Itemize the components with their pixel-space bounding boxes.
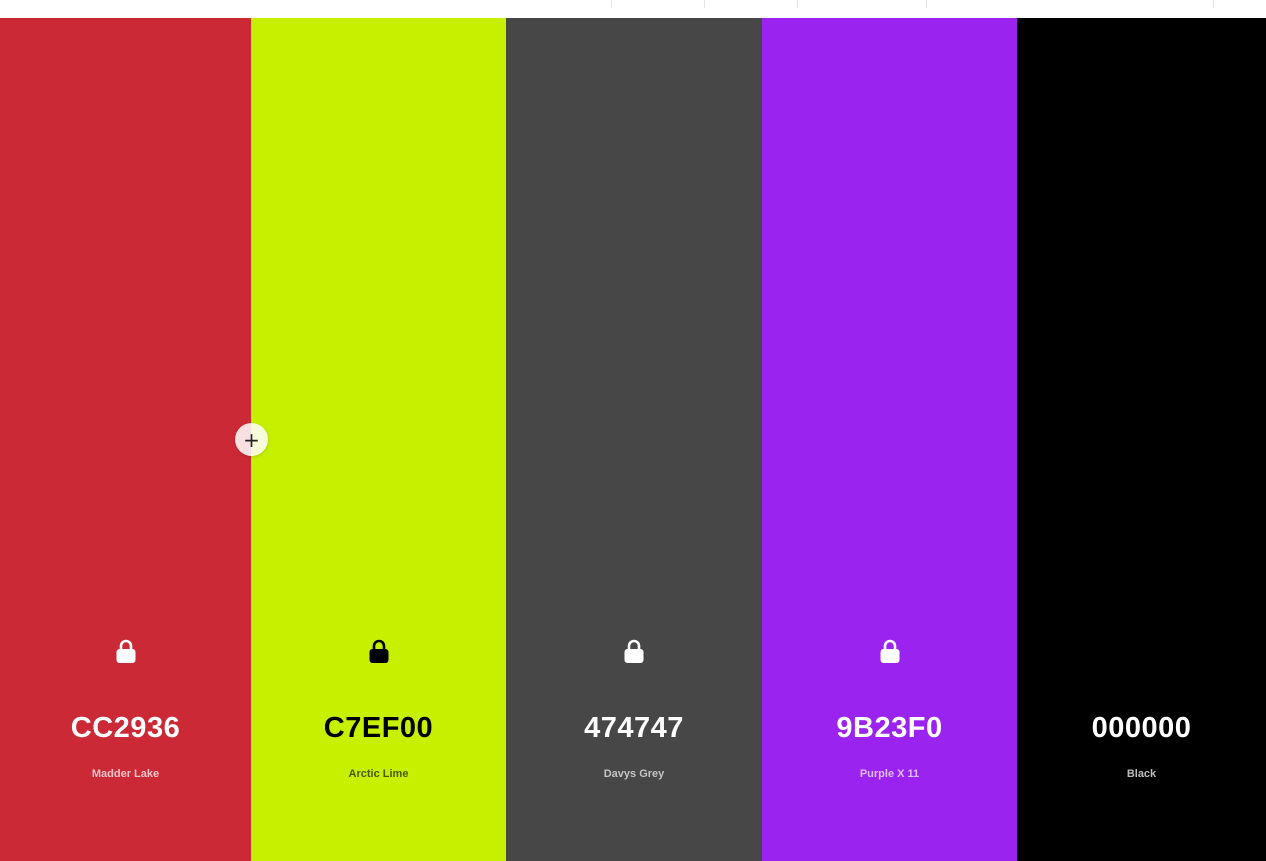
toolbar-divider xyxy=(797,0,798,8)
hex-code[interactable]: C7EF00 xyxy=(251,712,506,745)
color-name[interactable]: Madder Lake xyxy=(0,768,251,780)
add-color-button[interactable]: + xyxy=(235,423,268,456)
hex-code[interactable]: 000000 xyxy=(1017,712,1266,745)
color-name[interactable]: Purple X 11 xyxy=(762,768,1017,780)
lock-icon[interactable] xyxy=(623,638,645,664)
toolbar-divider xyxy=(704,0,705,8)
lock-icon[interactable] xyxy=(879,638,901,664)
color-swatch-arctic-lime[interactable]: C7EF00 Arctic Lime xyxy=(251,18,506,861)
color-swatch-purple-x-11[interactable]: 9B23F0 Purple X 11 xyxy=(762,18,1017,861)
top-toolbar xyxy=(0,0,1266,18)
toolbar-divider xyxy=(611,0,612,8)
color-swatch-davys-grey[interactable]: 474747 Davys Grey xyxy=(506,18,762,861)
lock-icon[interactable] xyxy=(115,638,137,664)
color-name[interactable]: Black xyxy=(1017,768,1266,780)
lock-icon[interactable] xyxy=(368,638,390,664)
hex-code[interactable]: 474747 xyxy=(506,712,762,745)
color-name[interactable]: Arctic Lime xyxy=(251,768,506,780)
hex-code[interactable]: CC2936 xyxy=(0,712,251,745)
color-palette: CC2936 Madder Lake C7EF00 Arctic Lime 47… xyxy=(0,18,1266,861)
color-swatch-black[interactable]: 000000 Black xyxy=(1017,18,1266,861)
toolbar-divider xyxy=(926,0,927,8)
hex-code[interactable]: 9B23F0 xyxy=(762,712,1017,745)
color-swatch-madder-lake[interactable]: CC2936 Madder Lake xyxy=(0,18,251,861)
color-name[interactable]: Davys Grey xyxy=(506,768,762,780)
toolbar-divider xyxy=(1213,0,1214,8)
